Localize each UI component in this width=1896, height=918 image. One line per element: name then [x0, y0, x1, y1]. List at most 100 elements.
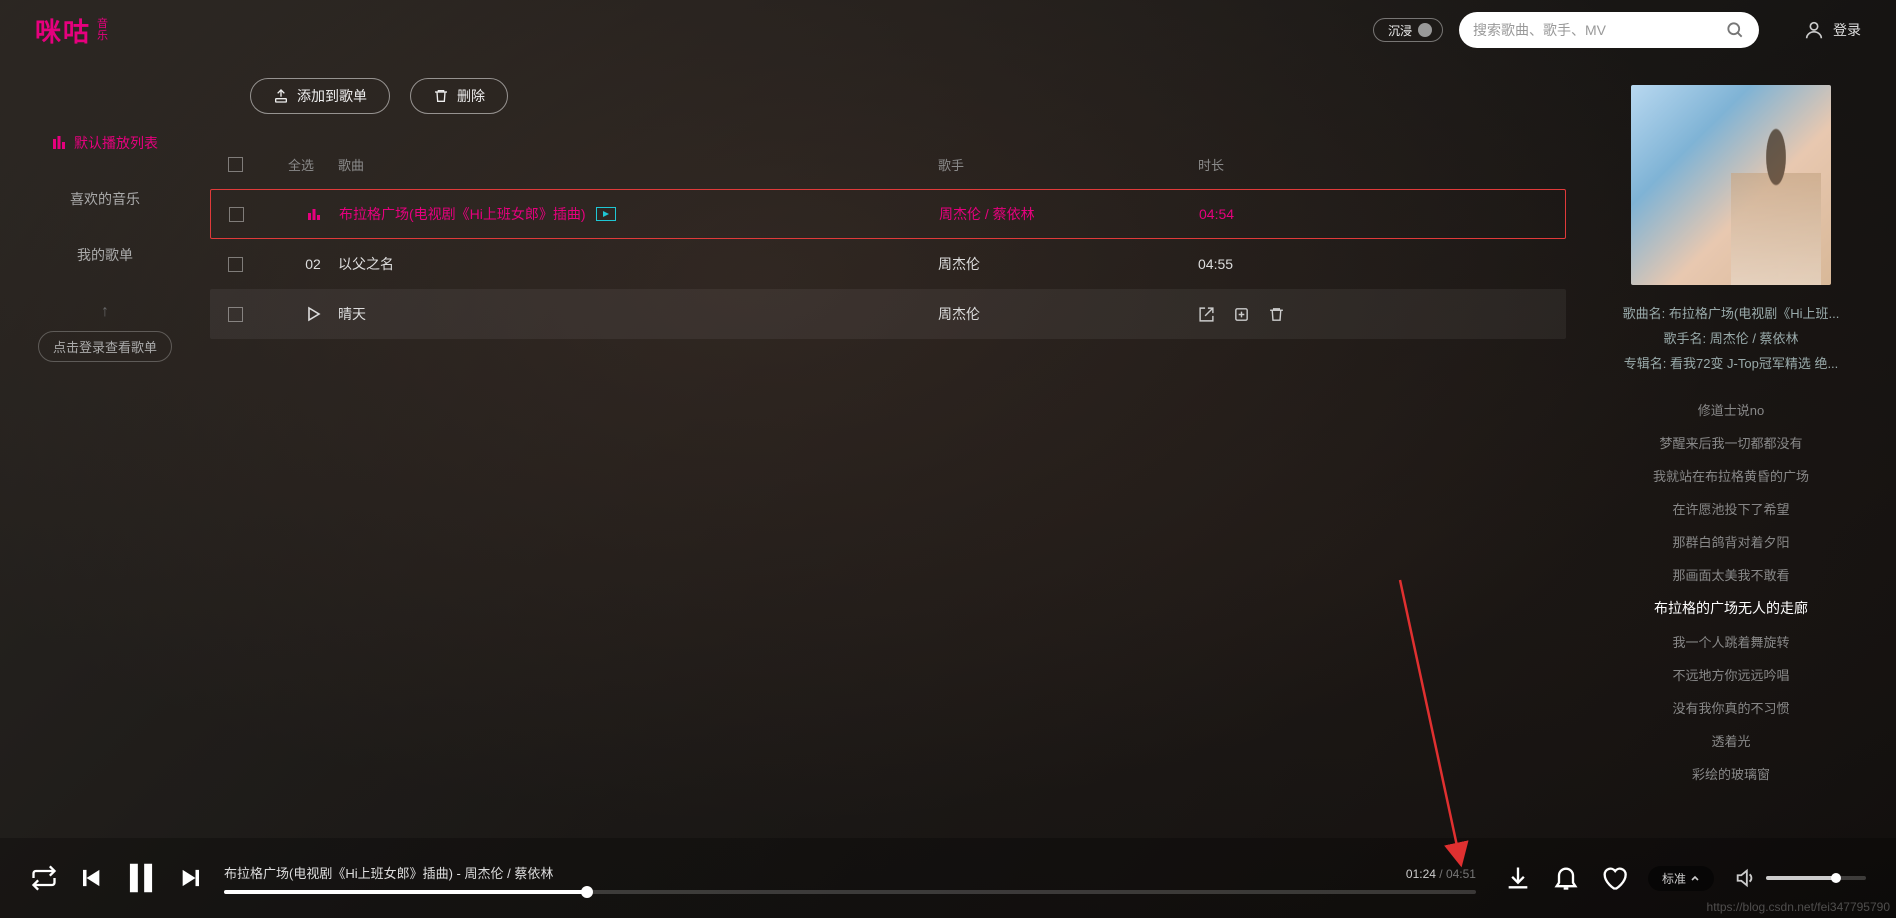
volume-slider[interactable]	[1766, 876, 1866, 880]
main-content: 添加到歌单 删除 全选 歌曲 歌手 时长	[210, 60, 1566, 838]
list-row[interactable]: 晴天 周杰伦	[210, 289, 1566, 339]
col-artist: 歌手	[938, 155, 1198, 174]
login-label: 登录	[1833, 20, 1861, 40]
player-right-controls: 标准	[1504, 864, 1866, 892]
search-box[interactable]	[1459, 12, 1759, 48]
duration-cell: 04:55	[1198, 256, 1358, 272]
now-playing-bars-icon	[289, 207, 339, 221]
volume-icon[interactable]	[1734, 867, 1756, 889]
artist-cell: 周杰伦	[938, 304, 1198, 324]
progress-bar[interactable]	[224, 890, 1476, 894]
prev-button[interactable]	[76, 864, 104, 892]
like-button[interactable]	[1600, 864, 1628, 892]
button-label: 删除	[457, 86, 485, 106]
row-checkbox[interactable]	[228, 257, 243, 272]
now-playing-title: 布拉格广场(电视剧《Hi上班女郎》插曲) - 周杰伦 / 蔡依林	[224, 863, 553, 882]
sidebar-item-my-playlists[interactable]: 我的歌单	[0, 227, 210, 283]
meta-artist: 歌手名: 周杰伦 / 蔡依林	[1590, 328, 1872, 347]
song-title: 晴天	[338, 304, 366, 324]
play-icon[interactable]	[288, 306, 338, 322]
volume-control	[1734, 867, 1866, 889]
add-icon[interactable]	[1233, 306, 1250, 323]
lyric-line[interactable]: 我一个人跳着舞旋转	[1672, 632, 1789, 651]
notification-button[interactable]	[1552, 864, 1580, 892]
lyric-line[interactable]: 我就站在布拉格黄昏的广场	[1653, 466, 1809, 485]
song-title: 布拉格广场(电视剧《Hi上班女郎》插曲)	[339, 204, 586, 224]
search-icon[interactable]	[1725, 20, 1745, 40]
delete-button[interactable]: 删除	[410, 78, 508, 114]
header: 咪咕 音乐 沉浸 登录	[0, 0, 1896, 60]
lyric-line[interactable]: 没有我你真的不习惯	[1672, 698, 1789, 717]
share-icon[interactable]	[1198, 306, 1215, 323]
button-label: 添加到歌单	[297, 86, 367, 106]
artist-cell: 周杰伦	[938, 254, 1198, 274]
login-button[interactable]: 登录	[1803, 19, 1861, 41]
download-button[interactable]	[1504, 864, 1532, 892]
list-header: 全选 歌曲 歌手 时长	[210, 139, 1566, 189]
trash-icon	[433, 88, 449, 104]
row-actions	[1198, 306, 1358, 323]
volume-thumb[interactable]	[1831, 873, 1841, 883]
quality-label: 标准	[1662, 870, 1686, 887]
volume-fill	[1766, 876, 1836, 880]
lyric-line[interactable]: 不远地方你远远吟唱	[1672, 665, 1789, 684]
lyric-line[interactable]: 透着光	[1711, 731, 1750, 750]
artist-cell: 周杰伦 / 蔡依林	[939, 204, 1199, 224]
row-checkbox[interactable]	[228, 307, 243, 322]
progress-thumb[interactable]	[581, 886, 593, 898]
immersive-label: 沉浸	[1388, 22, 1412, 39]
col-song: 歌曲	[338, 155, 938, 174]
list-row[interactable]: 布拉格广场(电视剧《Hi上班女郎》插曲) 周杰伦 / 蔡依林 04:54	[210, 189, 1566, 239]
login-hint-button[interactable]: 点击登录查看歌单	[38, 331, 172, 362]
meta-song: 歌曲名: 布拉格广场(电视剧《Hi上班...	[1590, 303, 1872, 322]
trash-icon[interactable]	[1268, 306, 1285, 323]
up-arrow-icon: ↑	[101, 303, 109, 321]
lyric-line[interactable]: 梦醒来后我一切都都没有	[1659, 433, 1802, 452]
immersive-toggle[interactable]: 沉浸	[1373, 18, 1443, 42]
chevron-up-icon	[1690, 873, 1700, 883]
row-checkbox[interactable]	[229, 207, 244, 222]
loop-button[interactable]	[30, 864, 58, 892]
logo-text: 咪咕	[35, 12, 91, 49]
user-icon	[1803, 19, 1825, 41]
lyric-line[interactable]: 彩绘的玻璃窗	[1692, 764, 1770, 783]
col-duration: 时长	[1198, 155, 1358, 174]
row-number: 02	[288, 256, 338, 272]
add-to-playlist-button[interactable]: 添加到歌单	[250, 78, 390, 114]
list-row[interactable]: 02 以父之名 周杰伦 04:55	[210, 239, 1566, 289]
song-title: 以父之名	[338, 254, 394, 274]
sidebar-item-liked[interactable]: 喜欢的音乐	[0, 171, 210, 227]
logo-subtext: 音乐	[97, 18, 108, 42]
lyric-line[interactable]: 那群白鸽背对着夕阳	[1672, 532, 1789, 551]
sidebar-item-label: 喜欢的音乐	[70, 189, 140, 209]
album-art[interactable]	[1631, 85, 1831, 285]
col-select-all: 全选	[288, 155, 338, 174]
sidebar-login-prompt: ↑ 点击登录查看歌单	[38, 303, 172, 362]
sidebar-item-label: 默认播放列表	[74, 133, 158, 153]
toggle-dot-icon	[1418, 23, 1432, 37]
time-display: 01:24 / 04:51	[1406, 867, 1476, 881]
song-title-cell: 晴天	[338, 304, 938, 324]
next-button[interactable]	[178, 864, 206, 892]
bars-icon	[52, 136, 66, 150]
play-pause-button[interactable]	[122, 859, 160, 897]
mv-badge-icon[interactable]	[596, 207, 616, 221]
song-title-cell: 布拉格广场(电视剧《Hi上班女郎》插曲)	[339, 204, 939, 224]
duration-cell: 04:54	[1199, 206, 1359, 222]
logo[interactable]: 咪咕 音乐	[35, 12, 108, 49]
add-playlist-icon	[273, 88, 289, 104]
sidebar: 默认播放列表 喜欢的音乐 我的歌单 ↑ 点击登录查看歌单	[0, 60, 210, 838]
sidebar-item-default-playlist[interactable]: 默认播放列表	[0, 115, 210, 171]
search-input[interactable]	[1473, 22, 1717, 38]
quality-button[interactable]: 标准	[1648, 866, 1714, 891]
lyric-line[interactable]: 布拉格的广场无人的走廊	[1654, 598, 1808, 618]
select-all-checkbox[interactable]	[228, 157, 243, 172]
player-bar: 布拉格广场(电视剧《Hi上班女郎》插曲) - 周杰伦 / 蔡依林 01:24 /…	[0, 838, 1896, 918]
right-panel: 歌曲名: 布拉格广场(电视剧《Hi上班... 歌手名: 周杰伦 / 蔡依林 专辑…	[1566, 60, 1896, 838]
lyric-line[interactable]: 在许愿池投下了希望	[1672, 499, 1789, 518]
lyric-line[interactable]: 那画面太美我不敢看	[1672, 565, 1789, 584]
lyric-line[interactable]: 修道士说no	[1698, 400, 1764, 419]
progress-fill	[224, 890, 587, 894]
toolbar: 添加到歌单 删除	[210, 78, 1566, 114]
meta-album: 专辑名: 看我72变 J-Top冠军精选 绝...	[1590, 353, 1872, 372]
